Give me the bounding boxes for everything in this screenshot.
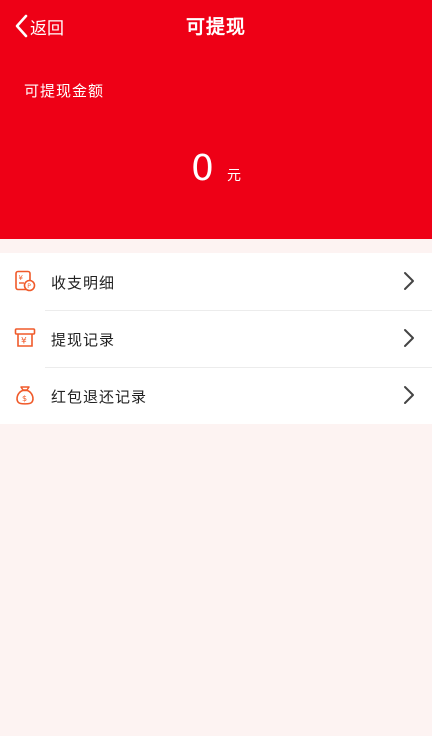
menu-item-label: 收支明细 <box>51 274 116 292</box>
balance-amount: 0 <box>191 148 214 189</box>
chevron-right-icon <box>403 328 415 352</box>
svg-text:¥: ¥ <box>21 337 27 347</box>
ledger-icon: ¥ P <box>14 270 36 292</box>
chevron-right-icon <box>403 385 415 409</box>
menu-item-red-packet-refunds[interactable]: $ 红包退还记录 <box>0 367 432 424</box>
menu-list: ¥ P 收支明细 ¥ 提现记录 $ 红包退还记录 <box>0 253 432 424</box>
menu-item-label: 红包退还记录 <box>51 388 148 406</box>
menu-item-withdraw-records[interactable]: ¥ 提现记录 <box>0 310 432 367</box>
balance-unit: 元 <box>227 168 241 184</box>
balance-label: 可提现金额 <box>24 82 105 100</box>
svg-text:¥: ¥ <box>19 274 24 282</box>
balance-header: 返回 可提现 可提现金额 0 元 <box>0 0 432 239</box>
chevron-right-icon <box>403 271 415 295</box>
money-bag-icon: $ <box>14 384 36 406</box>
menu-item-income-expense[interactable]: ¥ P 收支明细 <box>0 253 432 310</box>
withdraw-record-icon: ¥ <box>14 327 36 349</box>
svg-text:$: $ <box>22 394 27 403</box>
menu-item-label: 提现记录 <box>51 331 116 349</box>
svg-text:P: P <box>27 283 31 290</box>
nav-bar: 返回 可提现 <box>0 0 432 52</box>
balance-amount-display: 0 元 <box>0 148 432 189</box>
page-title: 可提现 <box>185 16 246 38</box>
